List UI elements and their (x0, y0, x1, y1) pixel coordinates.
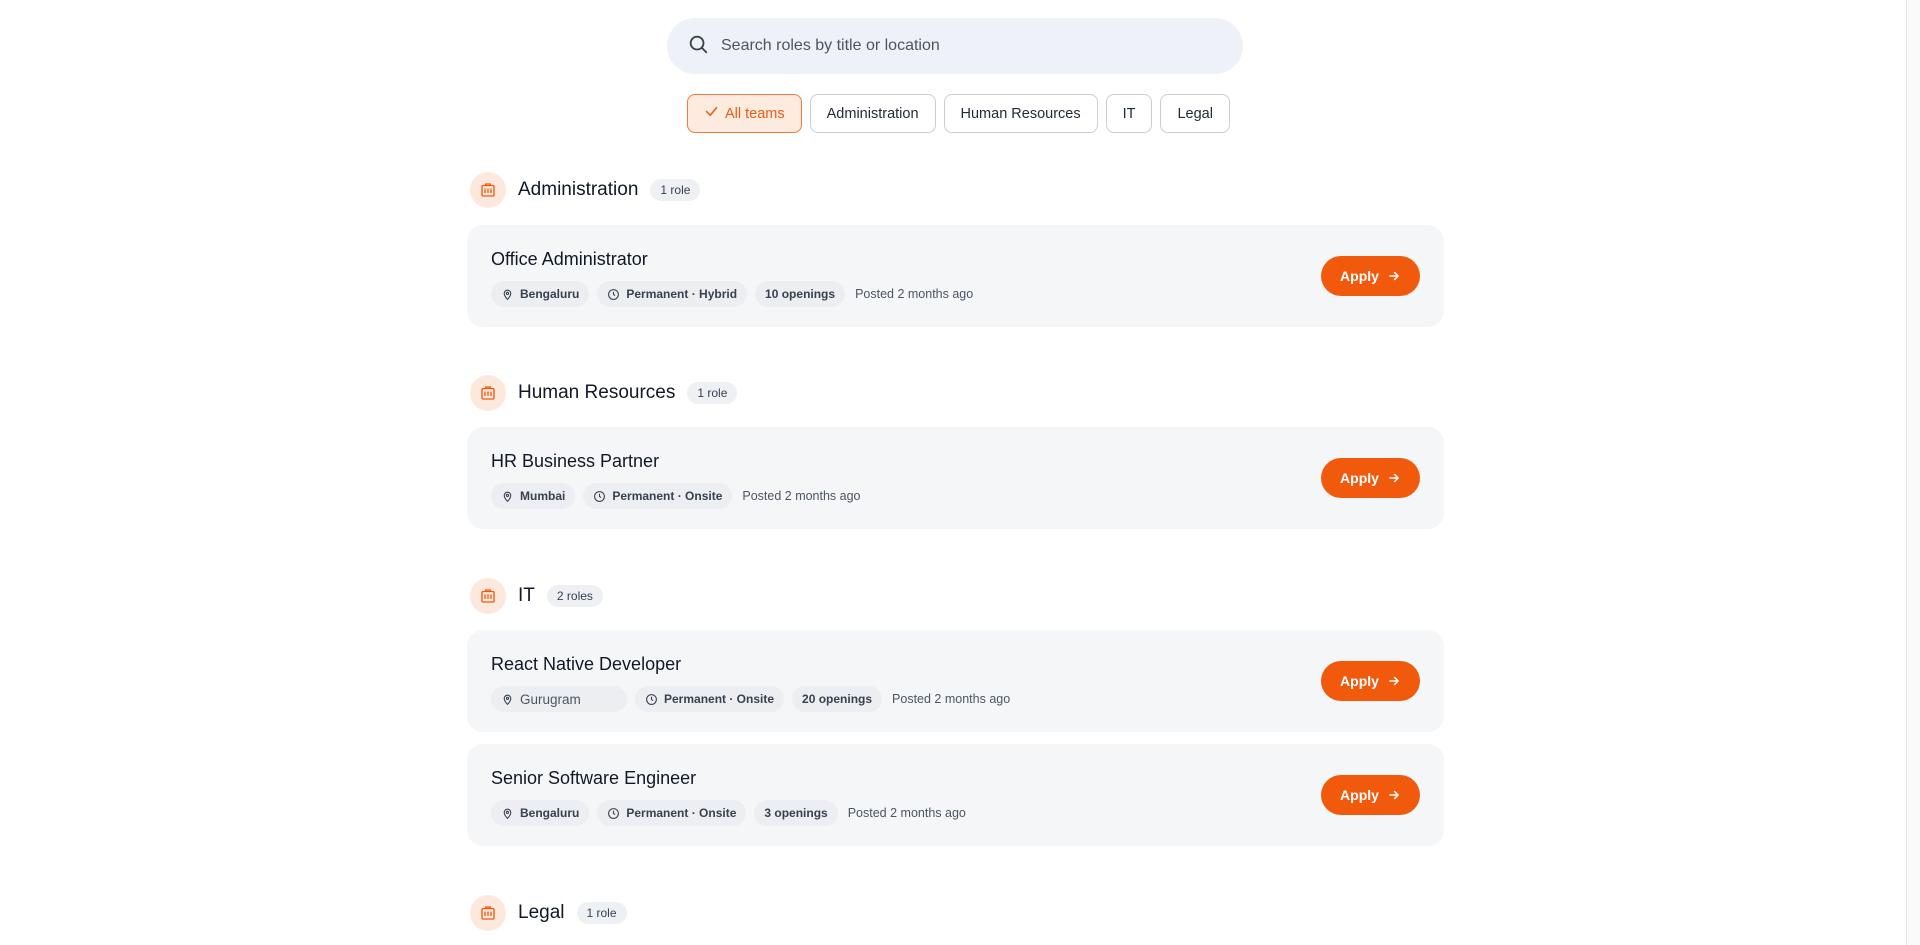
job-card: Senior Software Engineer Bengaluru Perma… (467, 744, 1444, 846)
location-pill: Mumbai (491, 483, 576, 509)
posted-date: Posted 2 months ago (892, 692, 1011, 706)
building-icon (470, 375, 506, 411)
job-title: Office Administrator (491, 249, 648, 269)
employment-type-text: Permanent · Onsite (626, 806, 737, 820)
filter-chip-label: Human Resources (960, 105, 1081, 122)
team-group-human-resources: Human Resources 1 role HR Business Partn… (467, 374, 1444, 529)
apply-button[interactable]: Apply (1321, 775, 1420, 815)
team-group-legal: Legal 1 role (467, 894, 1444, 932)
check-icon (704, 104, 725, 123)
group-header: Administration 1 role (467, 171, 1444, 209)
clock-icon (646, 693, 657, 705)
arrow-right-icon (1389, 473, 1399, 483)
filter-chip-legal[interactable]: Legal (1160, 94, 1230, 133)
group-header: Human Resources 1 role (467, 374, 1444, 412)
posted-date: Posted 2 months ago (855, 287, 974, 301)
location-text: Bengaluru (520, 287, 580, 301)
group-header: Legal 1 role (467, 894, 1444, 932)
arrow-right-icon (1389, 790, 1399, 800)
employment-type-text: Permanent · Onsite (612, 489, 723, 503)
filter-chip-all-teams[interactable]: All teams (687, 94, 802, 133)
job-meta: Bengaluru Permanent · Hybrid 10 openings… (491, 281, 973, 307)
group-title: Legal (518, 902, 565, 923)
group-header: IT 2 roles (467, 577, 1444, 615)
openings-pill: 20 openings (792, 686, 883, 712)
search-bar[interactable] (667, 18, 1243, 74)
map-pin-icon (503, 491, 512, 502)
clock-icon (608, 288, 620, 300)
careers-page: All teams Administration Human Resources… (0, 0, 1920, 945)
group-title: IT (518, 585, 535, 606)
group-title: Human Resources (518, 382, 676, 403)
job-title: HR Business Partner (491, 451, 660, 471)
apply-label: Apply (1340, 470, 1379, 486)
filter-chip-label: All teams (725, 105, 785, 122)
posted-date: Posted 2 months ago (742, 489, 861, 503)
filter-chip-label: IT (1122, 105, 1136, 122)
openings-pill: 3 openings (754, 800, 838, 826)
arrow-right-icon (1389, 676, 1399, 686)
job-card: React Native Developer Gurugram Permanen… (467, 630, 1444, 732)
building-icon (470, 172, 506, 208)
role-count-badge: 1 role (576, 902, 627, 924)
filter-chip-it[interactable]: IT (1105, 94, 1153, 133)
filter-chip-label: Administration (826, 105, 919, 122)
apply-label: Apply (1340, 787, 1379, 803)
apply-button[interactable]: Apply (1321, 661, 1420, 701)
arrow-right-icon (1389, 271, 1399, 281)
location-text: Mumbai (520, 489, 566, 503)
role-count-badge: 1 role (650, 179, 701, 201)
clock-icon (594, 490, 606, 502)
role-count-badge: 1 role (687, 382, 738, 404)
location-text: Bengaluru (520, 806, 580, 820)
role-count-badge: 2 roles (546, 585, 603, 607)
employment-type-text: Permanent · Onsite (664, 692, 775, 706)
job-meta: Mumbai Permanent · Onsite Posted 2 month… (491, 483, 861, 509)
employment-type-text: Permanent · Hybrid (626, 287, 738, 301)
group-title: Administration (518, 179, 639, 200)
location-text: Gurugram (520, 691, 581, 707)
openings-pill: 10 openings (755, 281, 846, 307)
location-pill: Bengaluru (491, 281, 590, 307)
filter-chip-administration[interactable]: Administration (809, 94, 936, 133)
apply-button[interactable]: Apply (1321, 256, 1420, 296)
apply-label: Apply (1340, 268, 1379, 284)
job-title: Senior Software Engineer (491, 768, 697, 788)
team-group-administration: Administration 1 role Office Administrat… (467, 171, 1444, 327)
search-icon (687, 33, 709, 60)
apply-button[interactable]: Apply (1321, 458, 1420, 498)
building-icon (470, 895, 506, 931)
job-card: HR Business Partner Mumbai Permanent · O… (467, 427, 1444, 529)
employment-type-pill: Permanent · Onsite (597, 800, 747, 826)
posted-date: Posted 2 months ago (847, 806, 966, 820)
team-group-it: IT 2 roles React Native Developer Gurugr… (467, 577, 1444, 846)
map-pin-icon (503, 808, 512, 819)
location-pill: Bengaluru (491, 800, 590, 826)
scrollbar[interactable] (1906, 0, 1920, 945)
employment-type-pill: Permanent · Hybrid (597, 281, 748, 307)
filter-chip-human-resources[interactable]: Human Resources (943, 94, 1098, 133)
building-icon (470, 578, 506, 614)
job-meta: Bengaluru Permanent · Onsite 3 openings … (491, 800, 966, 826)
filter-chip-label: Legal (1177, 105, 1213, 122)
clock-icon (608, 807, 620, 819)
map-pin-icon (503, 289, 512, 300)
location-pill[interactable]: Gurugram (491, 686, 627, 712)
job-card: Office Administrator Bengaluru Permanent… (467, 225, 1444, 327)
search-input[interactable] (721, 37, 1201, 55)
job-title: React Native Developer (491, 654, 682, 674)
map-pin-icon (503, 694, 512, 705)
job-meta: Gurugram Permanent · Onsite 20 openings … (491, 686, 1010, 712)
employment-type-pill: Permanent · Onsite (583, 483, 733, 509)
employment-type-pill: Permanent · Onsite (635, 686, 785, 712)
apply-label: Apply (1340, 673, 1379, 689)
team-filter-bar: All teams Administration Human Resources… (687, 94, 1230, 133)
